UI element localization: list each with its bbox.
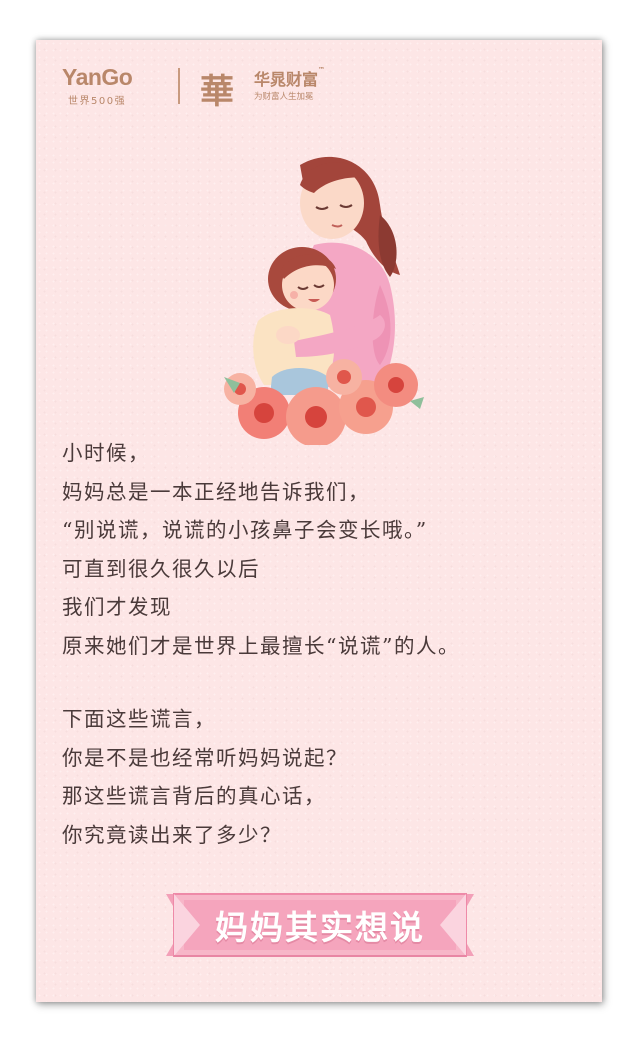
mom-really-wants-to-say-button[interactable]: 妈妈其实想说 [166, 892, 474, 958]
brand-logos: YanGo 世界500强 華 华晁财富™ 为财富人生加冕 [62, 62, 362, 112]
yango-tagline: 世界500强 [68, 96, 127, 107]
poem-text: 小时候， 妈妈总是一本正经地告诉我们， “别说谎，说谎的小孩鼻子会变长哦。” 可… [62, 434, 592, 854]
cta-label: 妈妈其实想说 [215, 908, 425, 947]
poem-gap [62, 665, 592, 700]
logo-divider [178, 68, 180, 104]
yango-logo: YanGo [62, 64, 133, 90]
poem-line: 你究竟读出来了多少？ [62, 822, 282, 847]
poem-line: 你是不是也经常听妈妈说起？ [62, 745, 348, 770]
poster-card: YanGo 世界500强 華 华晁财富™ 为财富人生加冕 小时候， 妈妈总是一本… [36, 40, 602, 1002]
poem-line: 妈妈总是一本正经地告诉我们， [62, 479, 370, 504]
poem-line: 下面这些谎言， [62, 707, 216, 731]
mother-hugging-daughter-with-flowers-illustration [224, 156, 424, 445]
hua-logo-mark: 華 [200, 72, 234, 112]
poem-line: “别说谎，说谎的小孩鼻子会变长哦。” [62, 518, 428, 542]
poem-line: 我们才发现 [62, 595, 172, 619]
poem-line: 可直到很久很久以后 [62, 556, 260, 581]
poem-line: 原来她们才是世界上最擅长“说谎”的人。 [62, 633, 460, 658]
poem-line: 小时候， [62, 441, 150, 465]
poem-line: 那这些谎言背后的真心话， [62, 784, 326, 808]
hua-slogan: 为财富人生加冕 [254, 92, 314, 102]
hua-brand-name: 华晁财富™ [254, 66, 326, 89]
